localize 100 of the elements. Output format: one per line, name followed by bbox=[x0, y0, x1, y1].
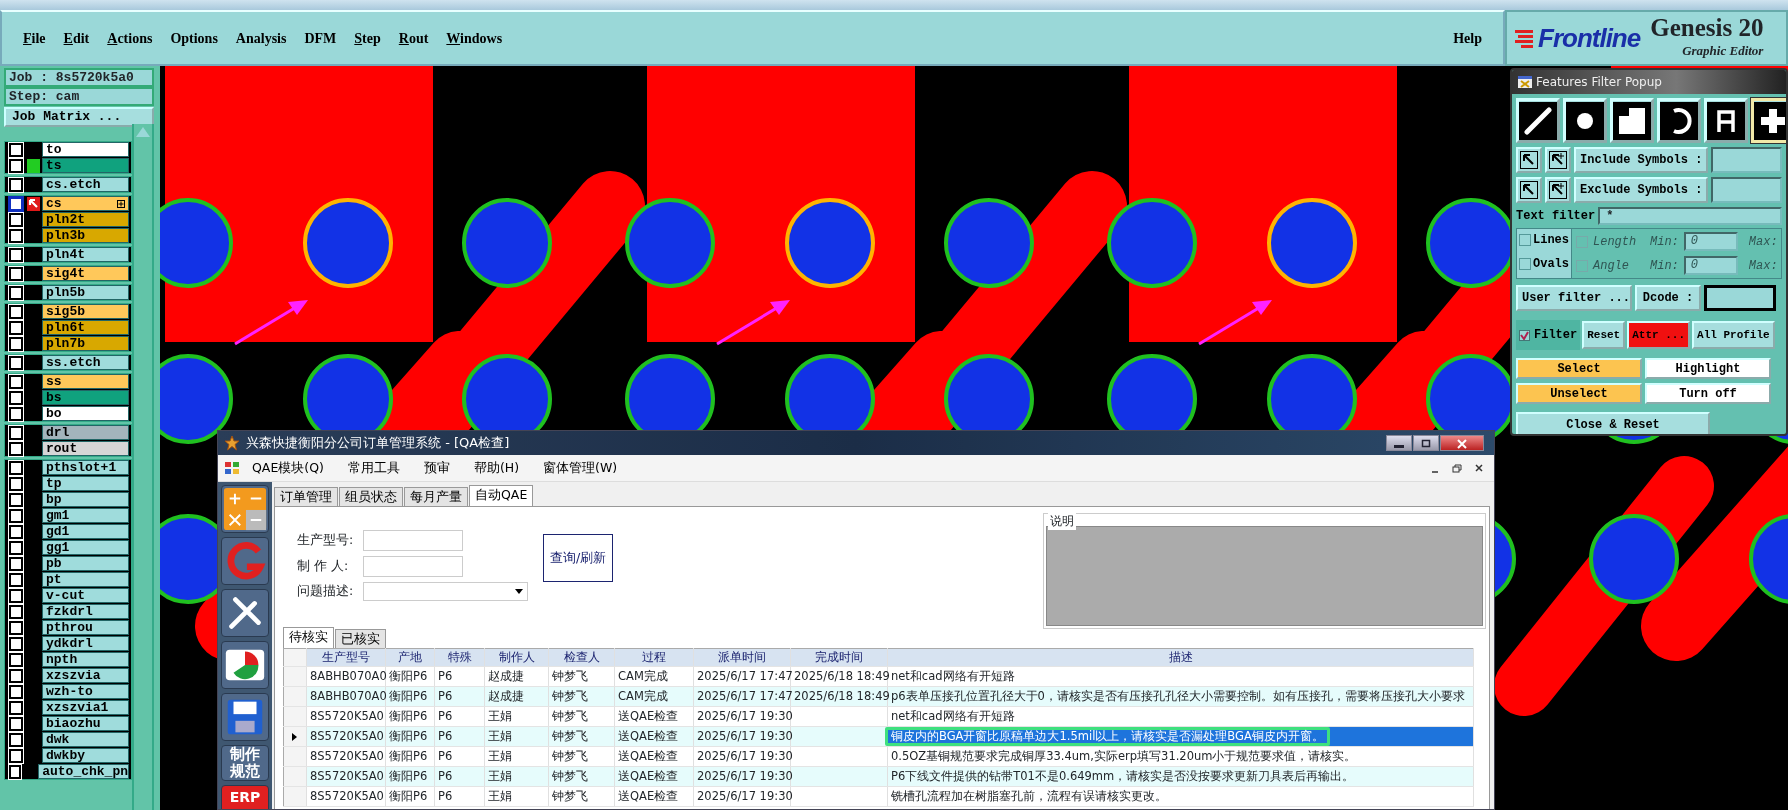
feature-type-button[interactable] bbox=[1704, 98, 1748, 143]
scroll-bar[interactable] bbox=[132, 124, 154, 810]
tools-button[interactable] bbox=[221, 589, 269, 637]
layer-checkbox[interactable] bbox=[9, 524, 23, 539]
column-header[interactable]: 特殊 bbox=[434, 648, 485, 667]
dropdown-caret-icon[interactable] bbox=[515, 589, 523, 594]
layer-name[interactable]: drl bbox=[42, 425, 129, 440]
symbol-field[interactable] bbox=[1711, 147, 1782, 173]
layer-checkbox[interactable] bbox=[9, 285, 23, 300]
menu-item[interactable]: Analysis bbox=[226, 27, 296, 49]
layer-name[interactable]: bs bbox=[42, 390, 129, 405]
layer-checkbox[interactable] bbox=[9, 158, 23, 173]
layer-name[interactable]: tp bbox=[42, 476, 129, 491]
layer-checkbox[interactable] bbox=[9, 748, 23, 763]
layer-name[interactable]: xzszvia bbox=[42, 668, 129, 683]
layer-name[interactable]: sig4t bbox=[42, 266, 129, 281]
layer-name[interactable]: cs bbox=[42, 196, 129, 211]
layer-checkbox[interactable] bbox=[9, 336, 23, 351]
query-button[interactable]: 查询/刷新 bbox=[543, 534, 613, 582]
layer-name[interactable]: pthslot+1 bbox=[42, 460, 129, 475]
layer-checkbox[interactable] bbox=[9, 556, 23, 571]
dcode-field[interactable] bbox=[1704, 285, 1776, 311]
action-button[interactable]: Select bbox=[1516, 358, 1642, 379]
layer-checkbox[interactable] bbox=[9, 228, 23, 243]
calculator-button[interactable] bbox=[221, 485, 269, 533]
layer-checkbox[interactable] bbox=[9, 508, 23, 523]
layer-name[interactable]: biaozhu bbox=[42, 716, 129, 731]
layer-name[interactable]: dwk bbox=[42, 732, 129, 747]
select-plus-button[interactable] bbox=[1545, 177, 1571, 203]
layer-name[interactable]: rout bbox=[42, 441, 129, 456]
dcode-button[interactable]: Dcode : bbox=[1635, 285, 1701, 311]
table-cell[interactable]: 铜皮内的BGA开窗比原稿单边大1.5mil以上，请核实是否漏处理BGA铜皮内开窗。 bbox=[887, 726, 1474, 747]
layer-checkbox[interactable] bbox=[9, 540, 23, 555]
layer-checkbox[interactable] bbox=[9, 716, 23, 731]
layer-checkbox[interactable] bbox=[9, 620, 23, 635]
layer-checkbox[interactable] bbox=[9, 572, 23, 587]
expand-icon[interactable] bbox=[117, 200, 125, 208]
restore-icon[interactable] bbox=[1452, 463, 1462, 473]
checkbox[interactable] bbox=[1519, 234, 1531, 246]
feature-type-button[interactable] bbox=[1516, 98, 1560, 143]
layer-checkbox[interactable] bbox=[9, 460, 23, 475]
select-plus-button[interactable] bbox=[1545, 147, 1571, 173]
menu-item[interactable]: 窗体管理(W) bbox=[531, 458, 630, 478]
close-icon[interactable] bbox=[1474, 463, 1484, 473]
layer-name[interactable]: auto_chk_pn bbox=[38, 764, 129, 779]
column-header[interactable]: 派单时间 bbox=[693, 648, 791, 667]
menu-item[interactable]: DFM bbox=[295, 27, 346, 49]
tab[interactable]: 每月产量 bbox=[404, 487, 468, 506]
close-reset-button[interactable]: Close & Reset bbox=[1516, 412, 1710, 434]
feature-type-button[interactable] bbox=[1657, 98, 1701, 143]
layer-checkbox[interactable] bbox=[9, 700, 23, 715]
menu-item[interactable]: QAE模块(Q) bbox=[240, 458, 336, 478]
table-cell[interactable]: 铣槽孔流程加在树脂塞孔前，流程有误请核实更改。 bbox=[887, 786, 1474, 807]
menu-item[interactable]: Step bbox=[345, 27, 390, 49]
column-header[interactable]: 产地 bbox=[385, 648, 435, 667]
column-header[interactable]: 制作人 bbox=[484, 648, 549, 667]
save-button[interactable] bbox=[221, 693, 269, 741]
standards-button[interactable]: 制作规范 bbox=[221, 745, 269, 782]
layer-checkbox[interactable] bbox=[9, 441, 23, 456]
layer-checkbox[interactable] bbox=[9, 406, 23, 421]
column-header[interactable]: 检查人 bbox=[548, 648, 615, 667]
layer-name[interactable]: v-cut bbox=[42, 588, 129, 603]
erp-button[interactable]: ERP bbox=[221, 785, 269, 809]
layer-checkbox[interactable] bbox=[9, 684, 23, 699]
layer-checkbox[interactable] bbox=[9, 374, 23, 389]
layer-name[interactable]: ss.etch bbox=[42, 355, 129, 370]
tab[interactable]: 自动QAE bbox=[469, 485, 534, 506]
min-field[interactable]: 0 bbox=[1683, 232, 1738, 251]
table-cell[interactable]: 0.5OZ基铜规范要求完成铜厚33.4um,实际erp填写31.20um小于规范要求值，请核实。 bbox=[887, 746, 1474, 767]
action-button[interactable]: Highlight bbox=[1645, 358, 1771, 379]
layer-checkbox[interactable] bbox=[9, 732, 23, 747]
layer-name[interactable]: pb bbox=[42, 556, 129, 571]
layer-checkbox[interactable] bbox=[9, 476, 23, 491]
layer-name[interactable]: pln3b bbox=[42, 228, 129, 243]
layer-name[interactable]: pln2t bbox=[42, 212, 129, 227]
symbol-filter-button[interactable]: Include Symbols : bbox=[1574, 147, 1708, 173]
layer-checkbox[interactable] bbox=[9, 177, 23, 192]
select-arrow-button[interactable] bbox=[1516, 147, 1542, 173]
layer-name[interactable]: pln5b bbox=[42, 285, 129, 300]
menu-item[interactable]: Rout bbox=[389, 27, 438, 49]
action-button[interactable]: Unselect bbox=[1516, 383, 1642, 404]
chart-button[interactable] bbox=[221, 641, 269, 689]
menu-item[interactable]: 预审 bbox=[411, 458, 462, 478]
table-cell[interactable]: P6下线文件提供的钻带T01不是0.649mm，请核实是否没按要求更新刀具表后再输出。 bbox=[887, 766, 1474, 787]
layer-checkbox[interactable] bbox=[9, 492, 23, 507]
close-button[interactable] bbox=[1440, 435, 1484, 451]
layer-checkbox[interactable] bbox=[9, 668, 23, 683]
feature-type-button[interactable] bbox=[1610, 98, 1654, 143]
tab[interactable]: 订单管理 bbox=[274, 487, 338, 506]
layer-name[interactable]: gm1 bbox=[42, 508, 129, 523]
symbol-filter-button[interactable]: Exclude Symbols : bbox=[1574, 177, 1708, 203]
tab[interactable]: 组员状态 bbox=[339, 487, 403, 506]
table-cell[interactable]: net和cad网络有开短路 bbox=[887, 706, 1474, 727]
layer-name[interactable]: bp bbox=[42, 492, 129, 507]
column-header[interactable]: 描述 bbox=[887, 648, 1474, 667]
column-header[interactable]: 生产型号 bbox=[306, 648, 386, 667]
layer-checkbox[interactable] bbox=[9, 142, 23, 157]
checkbox[interactable] bbox=[1519, 258, 1531, 270]
tab[interactable]: 已核实 bbox=[335, 629, 386, 648]
layer-name[interactable]: ts bbox=[42, 158, 129, 173]
